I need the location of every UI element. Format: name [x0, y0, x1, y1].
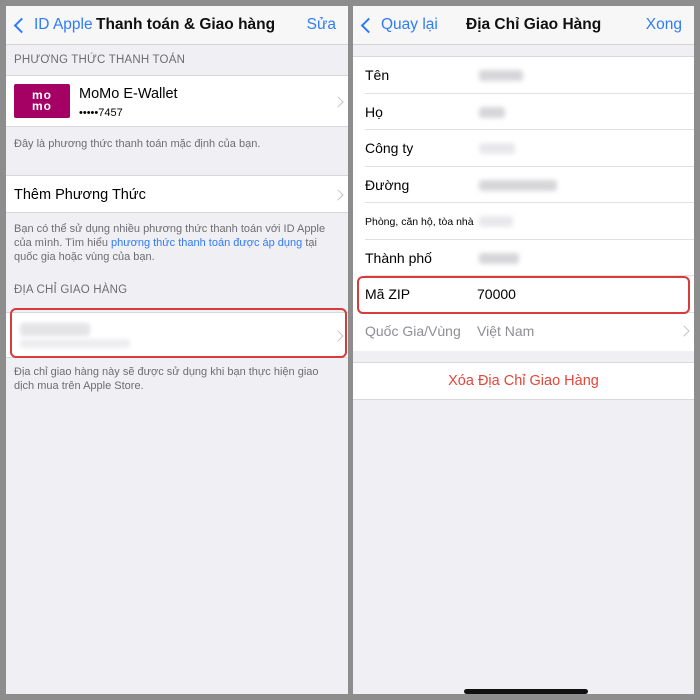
home-indicator [464, 689, 588, 694]
back-button[interactable]: ID Apple [12, 14, 93, 36]
chevron-left-icon [360, 17, 377, 33]
nav-bar: Quay lại Địa Chỉ Giao Hàng Xong [353, 6, 694, 45]
payment-section-header: PHƯƠNG THỨC THANH TOÁN [14, 54, 186, 66]
done-button[interactable]: Xong [646, 16, 682, 34]
redacted-value [479, 252, 519, 264]
form-row-city[interactable]: Thành phố [353, 240, 694, 276]
momo-logo-text-bottom: mo [32, 99, 52, 113]
country-value: Việt Nam [477, 322, 535, 339]
form-row-apartment[interactable]: Phòng, căn hộ, tòa nhà [353, 203, 694, 240]
applicable-methods-link[interactable]: phương thức thanh toán được áp dụng [111, 237, 302, 249]
field-label: Tên [365, 67, 390, 83]
form-row-last-name[interactable]: Họ [353, 94, 694, 130]
payment-method-name: MoMo E-Wallet [79, 86, 178, 102]
form-row-country[interactable]: Quốc Gia/Vùng Việt Nam [353, 313, 694, 350]
page-title: Thanh toán & Giao hàng [96, 16, 276, 33]
highlight-box [10, 308, 347, 358]
back-button[interactable]: Quay lại [359, 14, 438, 36]
screenshot-frame: ID Apple Thanh toán & Giao hàng Sửa PHƯƠ… [0, 0, 700, 700]
chevron-right-icon [332, 96, 344, 108]
chevron-left-icon [13, 17, 30, 33]
multiple-methods-note: Bạn có thể sử dụng nhiều phương thức tha… [14, 222, 340, 264]
back-label: ID Apple [34, 16, 93, 33]
shipping-note: Địa chỉ giao hàng này sẽ được sử dụng kh… [14, 366, 319, 392]
highlight-box [357, 276, 690, 314]
delete-address-button[interactable]: Xóa Địa Chỉ Giao Hàng [353, 362, 694, 400]
form-row-street[interactable]: Đường [353, 167, 694, 203]
field-label: Phòng, căn hộ, tòa nhà [365, 216, 474, 228]
field-label: Đường [365, 176, 410, 193]
redacted-value [479, 106, 505, 118]
shipping-section-header: ĐỊA CHỈ GIAO HÀNG [14, 284, 128, 296]
redacted-value [479, 216, 513, 227]
redacted-value [479, 70, 523, 81]
add-method-row[interactable]: Thêm Phương Thức [6, 175, 348, 213]
field-label: Quốc Gia/Vùng [365, 322, 461, 339]
payment-shipping-screen: ID Apple Thanh toán & Giao hàng Sửa PHƯƠ… [6, 6, 348, 694]
redacted-value [479, 143, 515, 154]
default-method-note: Đây là phương thức thanh toán mặc định c… [14, 138, 261, 150]
nav-bar: ID Apple Thanh toán & Giao hàng Sửa [6, 6, 348, 45]
add-method-label: Thêm Phương Thức [14, 187, 146, 203]
chevron-right-icon [332, 189, 344, 201]
payment-method-row[interactable]: mo mo MoMo E-Wallet •••••7457 [6, 75, 348, 127]
chevron-right-icon [678, 324, 690, 337]
edit-button[interactable]: Sửa [307, 16, 336, 34]
field-label: Công ty [365, 140, 414, 156]
back-label: Quay lại [381, 16, 438, 33]
shipping-address-screen: Quay lại Địa Chỉ Giao Hàng Xong Tên Họ C… [353, 6, 694, 694]
form-row-company[interactable]: Công ty [353, 130, 694, 167]
field-label: Họ [365, 103, 383, 120]
momo-logo: mo mo [14, 84, 70, 118]
page-title: Địa Chỉ Giao Hàng [466, 16, 602, 33]
payment-method-number: •••••7457 [79, 107, 123, 119]
form-row-first-name[interactable]: Tên [353, 57, 694, 94]
field-label: Thành phố [365, 249, 432, 266]
redacted-value [479, 179, 557, 191]
